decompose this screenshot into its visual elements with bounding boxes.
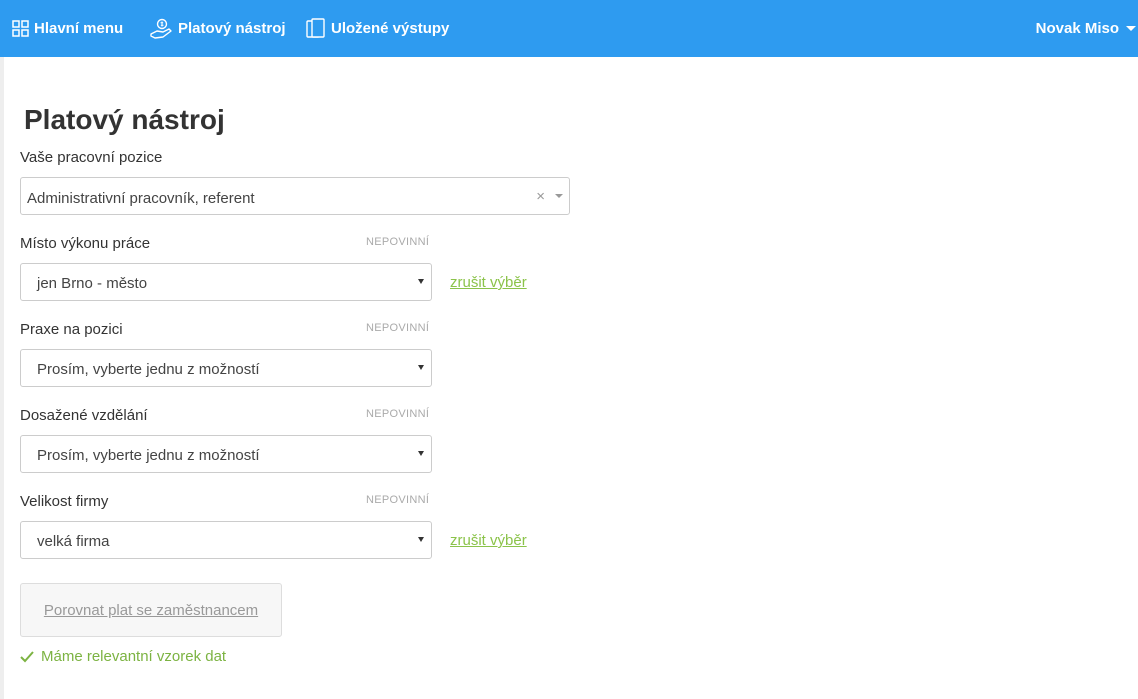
position-value: Administrativní pracovník, referent [27,190,255,207]
position-label: Vaše pracovní pozice [20,149,163,166]
company-size-clear-link[interactable]: zrušit výběr [450,532,527,549]
compare-salary-button[interactable]: Porovnat plat se zaměstnancem [20,583,282,637]
user-menu[interactable]: Novak Miso [1036,0,1136,57]
top-navbar: Hlavní menu Platový nástroj Uložené výst… [0,0,1138,57]
page-title: Platový nástroj [24,104,225,135]
location-label: Místo výkonu práce [20,235,151,252]
dropdown-arrow-icon [418,365,424,370]
dropdown-arrow-icon [418,451,424,456]
grid-icon [12,20,29,37]
nav-main-menu[interactable]: Hlavní menu [12,0,123,57]
status-text: Máme relevantní vzorek dat [41,648,227,665]
experience-label: Praxe na pozici [20,321,123,338]
education-value: Prosím, vyberte jednu z možností [37,447,260,464]
nav-main-menu-label: Hlavní menu [34,20,124,37]
hand-money-icon [150,18,172,39]
dropdown-arrow-icon [418,537,424,542]
nav-salary-tool-label: Platový nástroj [178,20,286,37]
clear-icon[interactable]: × [536,188,545,205]
user-name: Novak Miso [1035,20,1119,37]
nav-saved-outputs-label: Uložené výstupy [331,20,450,37]
nav-saved-outputs[interactable]: Uložené výstupy [306,0,449,57]
dropdown-arrow-icon [418,279,424,284]
caret-down-icon [1126,26,1136,31]
company-size-label: Velikost firmy [20,493,109,510]
location-clear-link[interactable]: zrušit výběr [450,274,527,291]
education-label: Dosažené vzdělání [20,407,148,424]
experience-optional-tag: NEPOVINNÍ [366,322,430,334]
company-size-select[interactable]: velká firma [20,521,432,559]
experience-select[interactable]: Prosím, vyberte jednu z možností [20,349,432,387]
location-optional-tag: NEPOVINNÍ [366,236,430,248]
company-size-value: velká firma [37,533,110,550]
location-select[interactable]: jen Brno - město [20,263,432,301]
company-size-optional-tag: NEPOVINNÍ [366,494,430,506]
experience-value: Prosím, vyberte jednu z možností [37,361,260,378]
location-value: jen Brno - město [37,275,148,292]
data-sample-status: Máme relevantní vzorek dat [20,648,226,665]
checkmark-icon [20,650,34,662]
documents-icon [306,17,325,38]
nav-salary-tool[interactable]: Platový nástroj [149,0,286,57]
education-optional-tag: NEPOVINNÍ [366,408,430,420]
education-select[interactable]: Prosím, vyberte jednu z možností [20,435,432,473]
position-combobox[interactable]: Administrativní pracovník, referent × [20,177,570,215]
left-edge-divider [0,57,4,699]
chevron-down-icon [555,194,563,198]
